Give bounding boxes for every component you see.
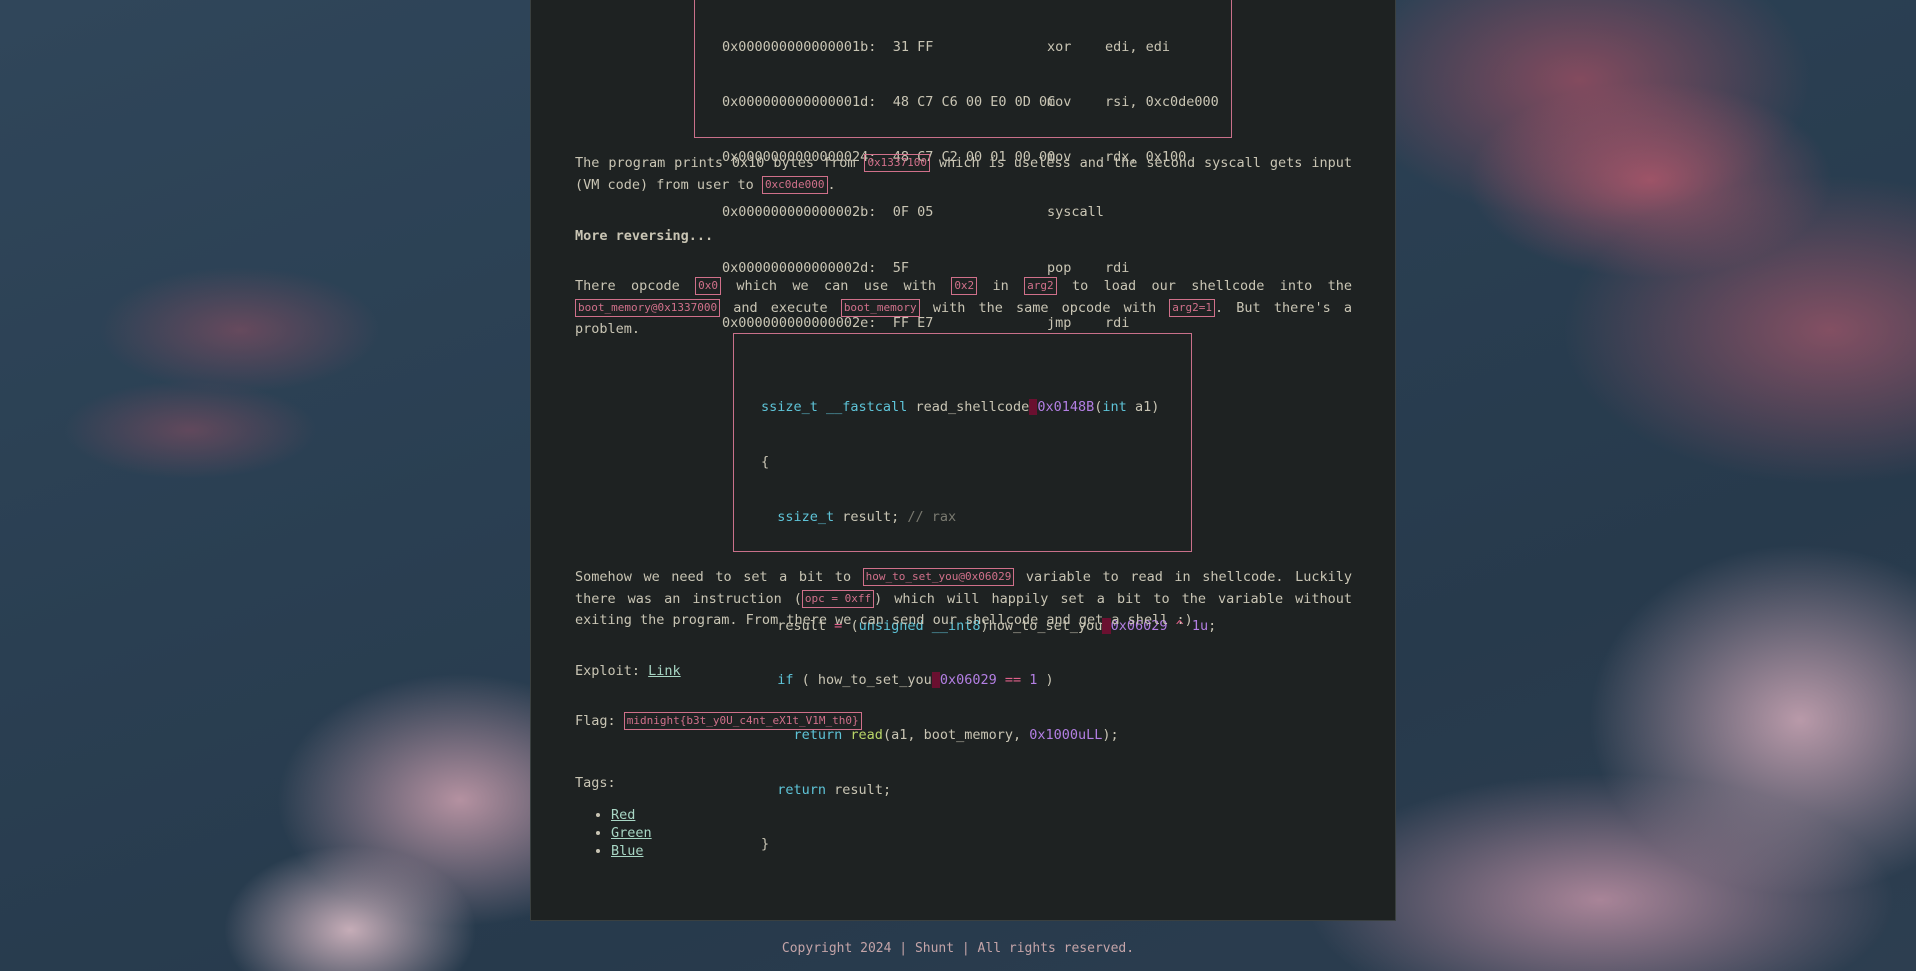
decompiled-code-block: ssize_t __fastcall read_shellcode_0x0148… (733, 333, 1216, 852)
inline-code: arg2=1 (1169, 298, 1216, 317)
paragraph-opcode: There opcode 0x0 which we can use with 0… (575, 277, 1352, 337)
asm-line: 0x000000000000002d: 5F pop rdi (722, 259, 1231, 277)
exploit-link[interactable]: Link (648, 663, 681, 679)
asm-mnemonic: pop (1047, 259, 1072, 276)
tags-list: Red Green Blue (575, 806, 652, 860)
asm-operands: rdi (1105, 259, 1130, 276)
asm-line: 0x000000000000001d: 48 C7 C6 00 E0 0D 0C… (722, 93, 1231, 111)
asm-bytes: 5F (892, 259, 909, 276)
section-heading: More reversing... (575, 228, 714, 244)
asm-bytes: 0F 05 (892, 204, 934, 221)
tag-link-red[interactable]: Red (611, 807, 635, 823)
inline-code: 0x0 (695, 277, 721, 295)
inline-code: arg2 (1024, 277, 1057, 295)
disassembly-block: 0x000000000000001b: 31 FF xor edi, edi 0x0… (694, 0, 1232, 331)
flag-label: Flag: (575, 713, 624, 729)
asm-address: 0x000000000000002b: (722, 204, 877, 221)
asm-address: 0x000000000000001d: (722, 94, 877, 111)
tag-link-blue[interactable]: Blue (611, 843, 644, 859)
inline-code: boot_memory (840, 298, 920, 317)
inline-code: opc = 0xff (801, 589, 875, 608)
asm-operands: rsi, 0xc0de000 (1105, 94, 1219, 111)
tag-link-green[interactable]: Green (611, 825, 652, 841)
list-item: Green (611, 824, 652, 842)
exploit-label: Exploit: (575, 663, 649, 679)
asm-line: 0x000000000000002b: 0F 05 syscall (722, 203, 1231, 221)
asm-mnemonic: xor (1047, 38, 1072, 55)
list-item: Red (611, 806, 652, 824)
paragraph-set-bit: Somehow we need to set a bit to how_to_s… (575, 568, 1352, 628)
list-item: Blue (611, 842, 652, 860)
code-line: { (761, 454, 770, 470)
asm-mnemonic: mov (1047, 94, 1072, 111)
exploit-line: Exploit: Link (575, 661, 1352, 683)
paragraph-program-prints: The program prints 0x10 bytes from 0x133… (575, 154, 1352, 194)
flag-value: midnight{b3t_y0U_c4nt_eX1t_V1M_th0} (623, 712, 862, 730)
asm-mnemonic: syscall (1047, 204, 1104, 221)
asm-bytes: 31 FF (892, 38, 934, 55)
asm-line: 0x000000000000001b: 31 FF xor edi, edi (722, 38, 1231, 56)
tags-heading: Tags: (575, 775, 616, 791)
asm-address: 0x000000000000001b: (722, 38, 877, 55)
asm-operands: edi, edi (1105, 38, 1171, 55)
code-line: ssize_t result; // rax (777, 508, 957, 525)
inline-code: boot_memory@0x1337000 (575, 298, 721, 317)
inline-code: 0x1337100 (864, 154, 931, 172)
flag-line: Flag: midnight{b3t_y0U_c4nt_eX1t_V1M_th0… (575, 711, 1352, 733)
footer-copyright: Copyright 2024 | Shunt | All rights rese… (781, 941, 1135, 956)
code-line: } (761, 836, 770, 853)
asm-address: 0x000000000000002d: (722, 259, 877, 276)
inline-code: 0xc0de000 (761, 175, 828, 194)
code-line: ssize_t __fastcall read_shellcode_0x0148… (761, 399, 1160, 416)
asm-bytes: 48 C7 C6 00 E0 0D 0C (892, 94, 1056, 111)
inline-code: how_to_set_you@0x06029 (862, 568, 1015, 586)
inline-code: 0x2 (951, 277, 978, 295)
